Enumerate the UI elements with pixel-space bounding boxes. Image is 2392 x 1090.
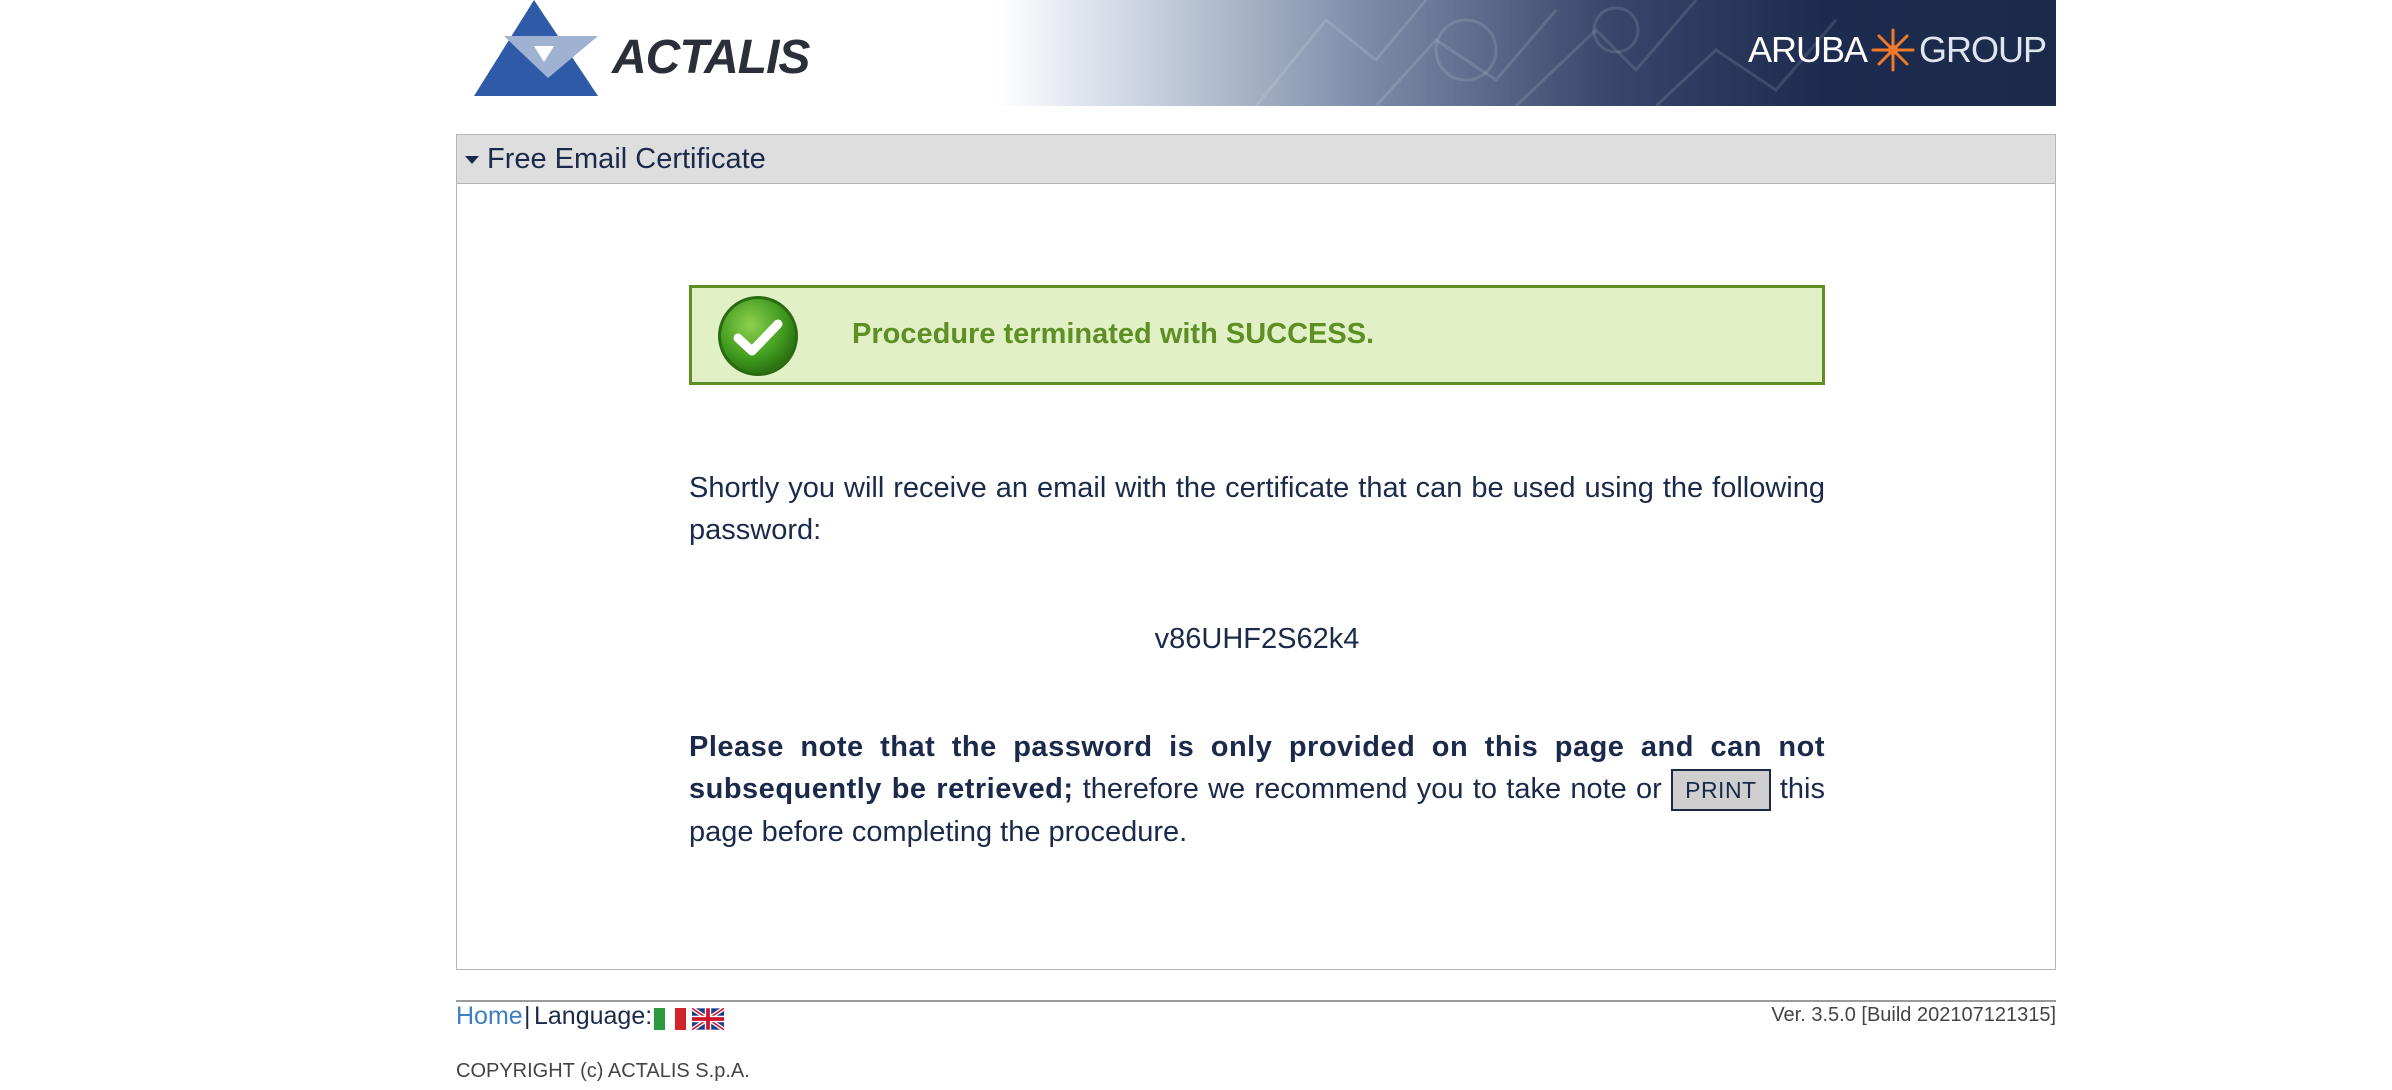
panel-title: Free Email Certificate bbox=[487, 142, 766, 175]
intro-paragraph: Shortly you will receive an email with t… bbox=[689, 472, 1825, 546]
actalis-logo-text: ACTALIS bbox=[612, 31, 810, 84]
panel-header[interactable]: Free Email Certificate bbox=[457, 135, 2055, 184]
footer: Home | Language: Ver. 3.5.0 [Build 20210… bbox=[456, 1000, 2056, 1030]
caret-down-icon[interactable] bbox=[465, 156, 479, 164]
footer-separator: | bbox=[524, 1002, 531, 1030]
uk-flag-icon[interactable] bbox=[692, 1008, 724, 1030]
group-brand-text: GROUP bbox=[1918, 29, 2047, 70]
success-message: Procedure terminated with SUCCESS. bbox=[852, 318, 1375, 350]
panel-content: Procedure terminated with SUCCESS. Short… bbox=[689, 285, 1825, 853]
aruba-brand-text: ARUBA bbox=[1747, 29, 1868, 70]
note-middle-text: therefore we recommend you to take note … bbox=[1073, 773, 1672, 805]
success-banner: Procedure terminated with SUCCESS. bbox=[689, 285, 1825, 385]
copyright-text: COPYRIGHT (c) ACTALIS S.p.A. bbox=[456, 1060, 750, 1082]
version-info: Ver. 3.5.0 [Build 202107121315] bbox=[1771, 1004, 2056, 1026]
actalis-logo: ACTALIS bbox=[474, 0, 810, 100]
note-paragraph: Please note that the password is only pr… bbox=[689, 726, 1825, 853]
check-circle-icon bbox=[718, 296, 798, 376]
page: ACTALIS ARUBA GROUP Free Email Certifica… bbox=[456, 0, 2056, 1082]
generated-password: v86UHF2S62k4 bbox=[1154, 623, 1360, 655]
aruba-star-icon bbox=[1871, 28, 1915, 72]
language-label: Language: bbox=[534, 1002, 653, 1030]
print-button[interactable]: PRINT bbox=[1671, 769, 1771, 812]
italian-flag-icon[interactable] bbox=[654, 1008, 687, 1030]
header-banner: ACTALIS ARUBA GROUP bbox=[456, 0, 2056, 106]
aruba-group-logo: ARUBA GROUP bbox=[1747, 28, 2047, 72]
home-link[interactable]: Home bbox=[456, 1002, 523, 1031]
actalis-logo-icon bbox=[474, 0, 598, 96]
certificate-panel: Free Email Certificate Procedure termina… bbox=[456, 134, 2056, 970]
